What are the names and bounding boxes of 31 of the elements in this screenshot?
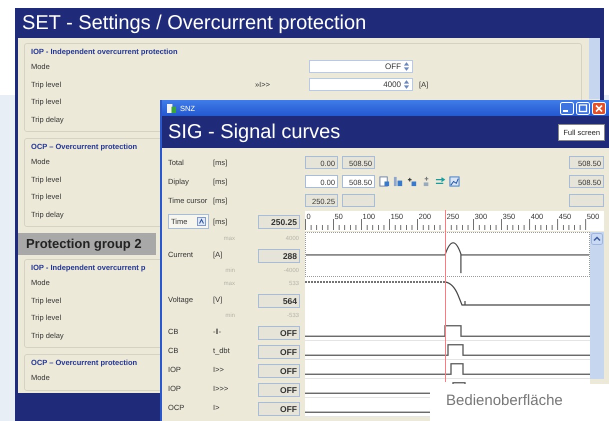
scroll-up-button[interactable] xyxy=(591,233,603,245)
plus-icon[interactable] xyxy=(407,176,418,187)
scrollbar[interactable] xyxy=(589,38,600,99)
caption: Bedienoberfläche xyxy=(430,384,609,421)
signal-value-field[interactable]: OFF xyxy=(258,364,300,378)
end-time-field[interactable] xyxy=(569,194,604,207)
window-title: SIG - Signal curves xyxy=(168,120,340,144)
signal-value-field[interactable]: OFF xyxy=(258,326,300,340)
page-icon[interactable] xyxy=(379,176,390,187)
scrollbar[interactable] xyxy=(590,232,604,379)
bar-icon[interactable] xyxy=(393,176,404,187)
chart-icon[interactable] xyxy=(449,176,460,187)
signal-value-field[interactable]: OFF xyxy=(258,344,300,358)
spinner-arrows-icon[interactable] xyxy=(403,61,410,72)
spinner-arrows-icon[interactable] xyxy=(403,78,410,90)
section-heading: Protection group 2 xyxy=(18,233,156,255)
sort-icon[interactable] xyxy=(197,216,206,226)
signal-value-field[interactable]: 564 xyxy=(258,294,300,308)
signal-value-field[interactable]: OFF xyxy=(258,382,300,396)
app-icon xyxy=(167,104,176,112)
minimize-button[interactable] xyxy=(560,102,574,114)
signal-value-field[interactable]: 288 xyxy=(258,248,300,262)
close-button[interactable] xyxy=(592,102,606,114)
arrow-icon[interactable] xyxy=(435,176,446,187)
time-field[interactable] xyxy=(342,194,375,207)
window-title: SET - Settings / Overcurrent protection xyxy=(21,11,368,36)
spinner-field[interactable]: OFF xyxy=(309,60,413,74)
maximize-button[interactable] xyxy=(576,102,590,114)
signal-value-field[interactable]: OFF xyxy=(258,402,300,416)
spinner-field[interactable]: 4000 xyxy=(309,78,413,91)
cursor-value-field[interactable]: 250.25 xyxy=(258,215,300,229)
